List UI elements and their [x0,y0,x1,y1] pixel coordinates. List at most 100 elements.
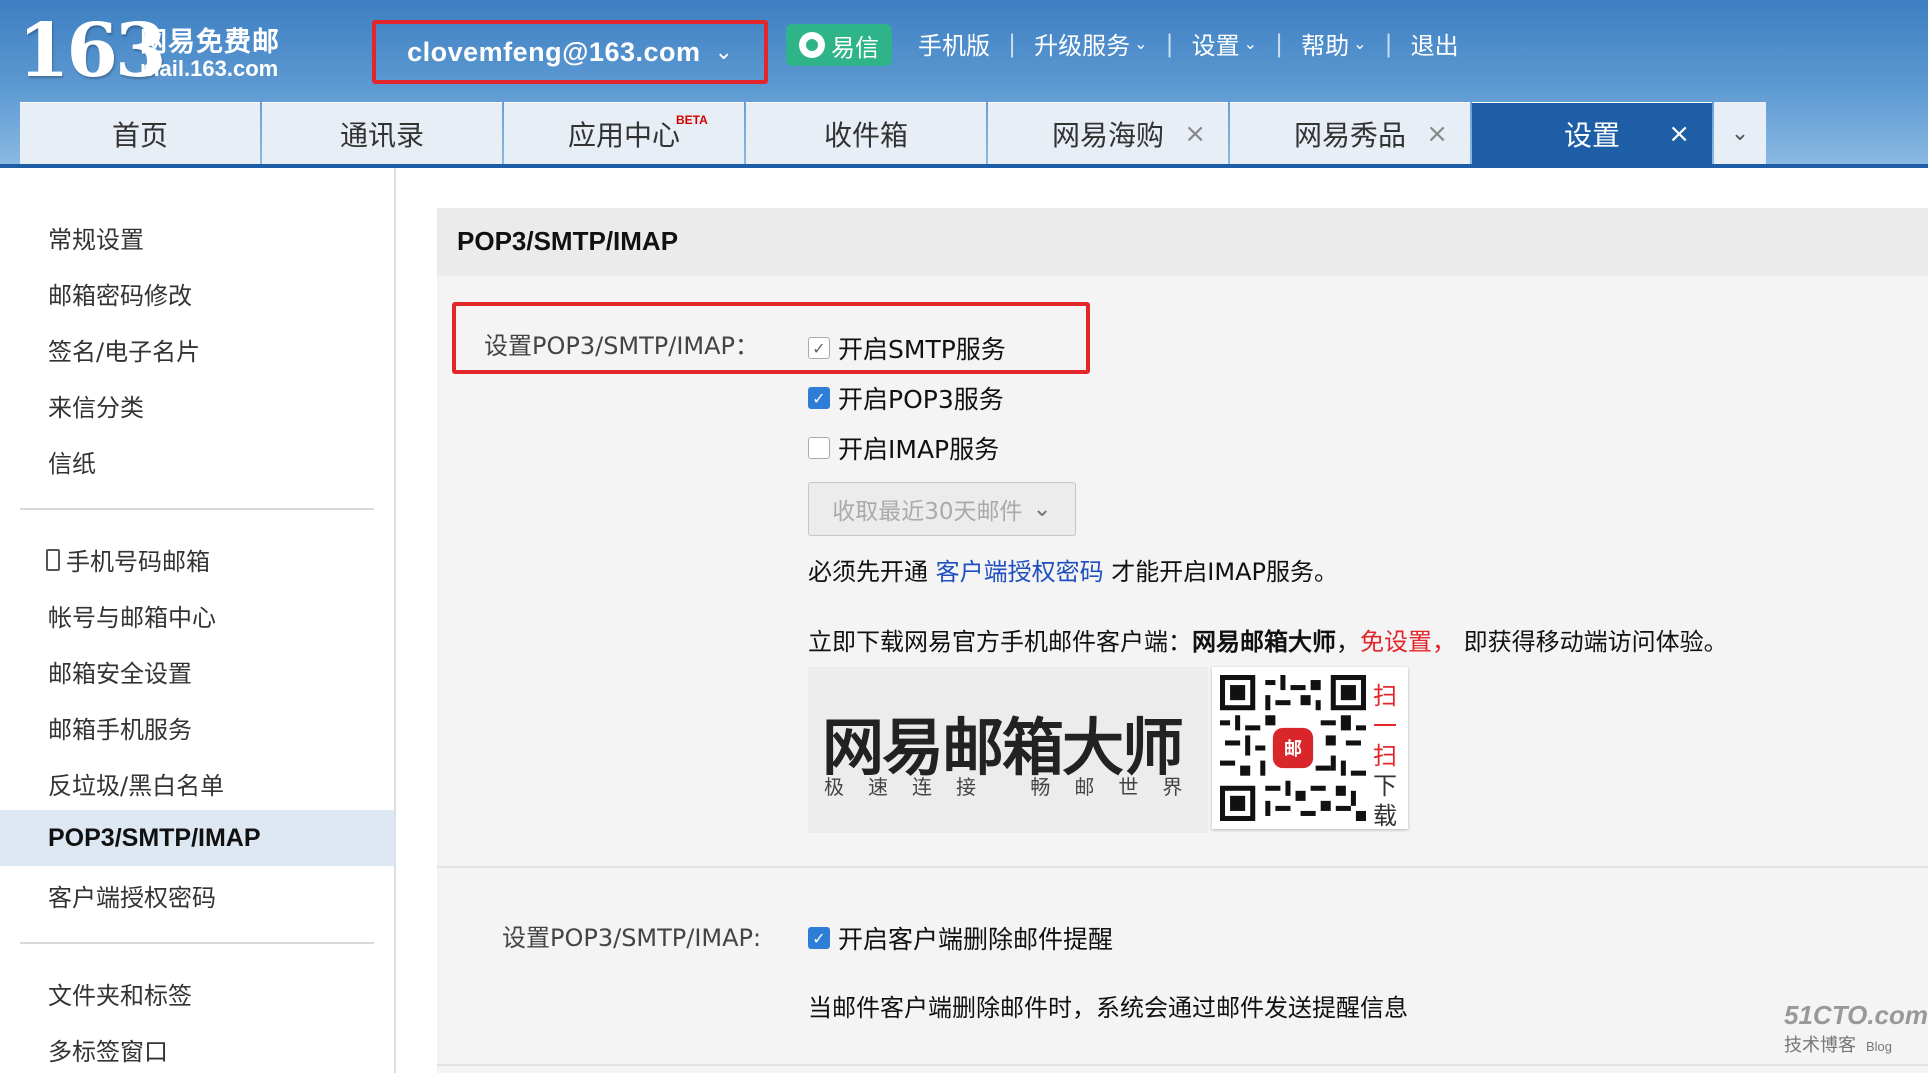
nav-upgrade-link[interactable]: 升级服务 ⌄ [1034,26,1147,61]
nav-mobile-link[interactable]: 手机版 [918,26,990,61]
nav-separator: | [1275,29,1284,58]
smtp-checkbox-row[interactable]: ✓ 开启SMTP服务 [808,330,1006,366]
pop3-checkbox-row[interactable]: ✓ 开启POP3服务 [808,380,1004,416]
tab-netease-xiupin[interactable]: 网易秀品 × [1230,102,1470,164]
close-icon[interactable]: × [1184,119,1206,149]
client-auth-password-link[interactable]: 客户端授权密码 [936,558,1104,586]
section2-label: 设置POP3/SMTP/IMAP: [502,924,762,952]
tab-settings[interactable]: 设置 × [1472,102,1712,164]
tab-label: 收件箱 [823,118,908,152]
sidebar-item-password[interactable]: 邮箱密码修改 [48,276,192,311]
logo-domain: mail.163.com [140,56,279,81]
note-text: 才能开启IMAP服务。 [1111,558,1338,586]
sidebar-item-client-auth-password[interactable]: 客户端授权密码 [48,878,216,913]
nav-mobile-label: 手机版 [918,32,990,60]
no-setup-text: 免设置， [1360,628,1456,656]
note-text: 即获得移动端访问体验。 [1463,628,1728,656]
qr-center-mark: 邮 [1284,739,1302,760]
sidebar-item-phone-mailbox[interactable]: 手机号码邮箱 [46,542,210,577]
delete-reminder-checkbox-row[interactable]: ✓ 开启客户端删除邮件提醒 [808,920,1113,956]
watermark-site: 51CTO.com [1784,1000,1928,1030]
sidebar-item-multi-tab[interactable]: 多标签窗口 [48,1032,168,1067]
logo-brand-name: 网易免费邮 [140,27,280,58]
section1-label: 设置POP3/SMTP/IMAP： [484,332,760,360]
top-nav: 手机版 | 升级服务 ⌄ | 设置 ⌄ | 帮助 ⌄ | 退出 [918,26,1459,61]
sidebar-item-general[interactable]: 常规设置 [48,220,144,255]
beta-badge: BETA [676,113,708,127]
phone-icon [46,548,60,571]
delete-reminder-label: 开启客户端删除邮件提醒 [838,925,1114,954]
scan-char: 扫 [1373,742,1397,770]
sidebar-item-stationery[interactable]: 信纸 [48,444,96,479]
promo-subtitle: 极速连接 畅邮世界 [824,775,1207,799]
tab-label: 网易海购 [1051,118,1164,152]
download-app-note: 立即下载网易官方手机邮件客户端：网易邮箱大师，免设置， 即获得移动端访问体验。 [808,622,1728,657]
tab-inbox[interactable]: 收件箱 [746,102,986,164]
nav-logout-link[interactable]: 退出 [1411,26,1459,61]
chevron-down-icon: ⌄ [1243,34,1257,53]
nav-settings-label: 设置 [1191,32,1240,60]
sidebar-item-folders-labels[interactable]: 文件夹和标签 [48,976,192,1011]
tab-label: 通讯录 [339,118,424,152]
sidebar-item-security[interactable]: 邮箱安全设置 [48,654,192,689]
tab-label: 首页 [111,118,168,152]
chevron-down-icon: ⌄ [1730,120,1750,146]
chevron-down-icon: ⌄ [1134,34,1148,53]
tab-label: 应用中心 [567,118,680,152]
header-bar: 163 网易免费邮 mail.163.com clovemfeng@163.co… [0,0,1928,168]
tab-label: 设置 [1563,118,1620,152]
tab-netease-haigou[interactable]: 网易海购 × [988,102,1228,164]
tab-label: 网易秀品 [1293,118,1406,152]
page-title: POP3/SMTP/IMAP [457,226,679,256]
checkbox-checked-icon[interactable]: ✓ [808,927,830,949]
nav-separator: | [1008,29,1017,58]
yixin-label: 易信 [831,33,879,62]
sidebar-item-mail-filter[interactable]: 来信分类 [48,388,144,423]
section-divider [437,866,1928,868]
tab-home[interactable]: 首页 [20,102,260,164]
nav-logout-label: 退出 [1410,32,1459,60]
section-divider [437,1064,1928,1066]
sidebar-item-pop3-smtp-imap[interactable]: POP3/SMTP/IMAP [0,810,394,866]
nav-help-label: 帮助 [1301,32,1350,60]
account-switcher[interactable]: clovemfeng@163.com ⌄ [372,20,768,84]
app-name: 网易邮箱大师 [1192,628,1336,656]
imap-range-select[interactable]: 收取最近30天邮件 ⌄ [808,482,1076,536]
sidebar-item-label: 手机号码邮箱 [66,548,210,576]
sidebar-item-mobile-service[interactable]: 邮箱手机服务 [48,710,192,745]
watermark-blog: Blog [1866,1039,1893,1054]
sidebar-divider [20,942,374,944]
checkbox-checked-icon[interactable]: ✓ [808,387,830,409]
watermark: 51CTO.com 技术博客 Blog [1784,1000,1928,1057]
nav-settings-link[interactable]: 设置 ⌄ [1192,26,1257,61]
chevron-down-icon: ⌄ [1032,496,1052,522]
note-text: 必须先开通 [808,558,928,586]
close-icon[interactable]: × [1426,119,1448,149]
imap-requirement-note: 必须先开通 客户端授权密码 才能开启IMAP服务。 [808,552,1338,587]
scan-char: 一 [1373,712,1397,740]
download-char: 下 [1373,772,1397,800]
pop3-checkbox-label: 开启POP3服务 [838,385,1004,414]
yixin-button[interactable]: 易信 [786,24,892,66]
checkbox-unchecked-icon[interactable] [808,437,830,459]
tab-more-button[interactable]: ⌄ [1714,102,1766,164]
note-text: 立即下载网易官方手机邮件客户端： [808,628,1192,656]
nav-help-link[interactable]: 帮助 ⌄ [1301,26,1366,61]
imap-checkbox-row[interactable]: 开启IMAP服务 [808,430,999,466]
tab-app-center[interactable]: 应用中心 BETA [504,102,744,164]
mail-master-banner[interactable]: 网易邮箱大师 极速连接 畅邮世界 [808,667,1208,833]
delete-reminder-note: 当邮件客户端删除邮件时，系统会通过邮件发送提醒信息 [808,994,1408,1022]
sidebar-item-antispam[interactable]: 反垃圾/黑白名单 [48,766,224,801]
tab-contacts[interactable]: 通讯录 [262,102,502,164]
scan-to-download-label: 扫 一 扫 下 载 [1370,681,1400,831]
nav-separator: | [1165,29,1174,58]
sidebar-item-signature[interactable]: 签名/电子名片 [48,332,200,367]
smtp-checkbox-label: 开启SMTP服务 [838,335,1006,364]
close-icon[interactable]: × [1668,119,1690,149]
download-char: 载 [1373,802,1397,830]
tab-bar: 首页 通讯录 应用中心 BETA 收件箱 网易海购 × 网易秀品 × 设置 × ⌄ [20,102,1766,164]
checkbox-checked-icon[interactable]: ✓ [808,337,830,359]
sidebar-item-account-center[interactable]: 帐号与邮箱中心 [48,598,216,633]
chevron-down-icon: ⌄ [714,39,733,65]
section-header: POP3/SMTP/IMAP [437,208,1928,276]
